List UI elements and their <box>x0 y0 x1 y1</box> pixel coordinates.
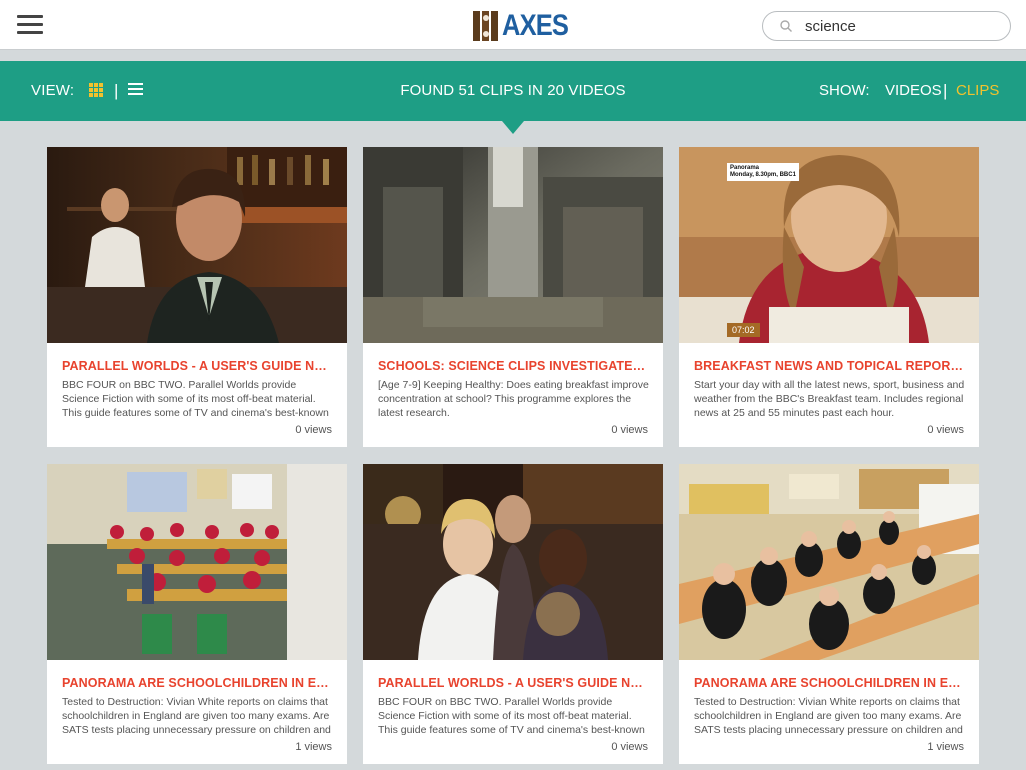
search-box[interactable] <box>762 11 1011 41</box>
clip-card[interactable]: Panorama Monday, 8.30pm, BBC1 07:02 BREA… <box>679 147 979 447</box>
clip-views: 0 views <box>611 741 648 753</box>
axes-logo[interactable]: AXES <box>473 10 580 42</box>
clip-views: 1 views <box>927 741 964 753</box>
clip-views: 0 views <box>611 424 648 436</box>
clip-views: 0 views <box>295 424 332 436</box>
clip-thumbnail[interactable] <box>47 464 347 660</box>
clip-thumbnail[interactable] <box>47 147 347 343</box>
clip-title[interactable]: PANORAMA ARE SCHOOLCHILDREN IN ENGLAND G… <box>694 676 966 690</box>
top-header: AXES <box>0 0 1026 50</box>
clip-description: BBC FOUR on BBC TWO. Parallel Worlds pro… <box>378 696 645 736</box>
clip-description: Tested to Destruction: Vivian White repo… <box>62 696 331 736</box>
clip-views: 0 views <box>927 424 964 436</box>
results-count: FOUND 51 CLIPS IN 20 VIDEOS <box>400 82 626 99</box>
clip-title[interactable]: SCHOOLS: SCIENCE CLIPS INVESTIGATES DOES… <box>378 359 650 373</box>
results-toolbar: VIEW: | FOUND 51 CLIPS IN 20 VIDEOS SHOW… <box>0 61 1026 121</box>
clip-views: 1 views <box>295 741 332 753</box>
clip-title[interactable]: PARALLEL WORLDS - A USER'S GUIDE NARRATE… <box>378 676 650 690</box>
clip-title[interactable]: PARALLEL WORLDS - A USER'S GUIDE NARRATE… <box>62 359 334 373</box>
show-separator: | <box>943 81 948 100</box>
clip-thumbnail[interactable] <box>363 464 663 660</box>
clip-card[interactable]: PARALLEL WORLDS - A USER'S GUIDE NARRATE… <box>363 464 663 764</box>
clip-card[interactable]: PARALLEL WORLDS - A USER'S GUIDE NARRATE… <box>47 147 347 447</box>
clip-description: Tested to Destruction: Vivian White repo… <box>694 696 963 736</box>
show-clips-link[interactable]: CLIPS <box>956 82 999 99</box>
clip-description: [Age 7-9] Keeping Healthy: Does eating b… <box>378 379 649 419</box>
clip-title[interactable]: BREAKFAST NEWS AND TOPICAL REPORTS. <box>694 359 966 373</box>
clip-thumbnail[interactable] <box>363 147 663 343</box>
logo-text: AXES <box>502 9 569 42</box>
clip-card[interactable]: SCHOOLS: SCIENCE CLIPS INVESTIGATES DOES… <box>363 147 663 447</box>
clip-description: Start your day with all the latest news,… <box>694 379 965 419</box>
search-icon <box>780 20 792 32</box>
broadcast-overlay: Panorama Monday, 8.30pm, BBC1 <box>727 163 799 181</box>
clip-thumbnail[interactable]: Panorama Monday, 8.30pm, BBC1 07:02 <box>679 147 979 343</box>
clip-description: BBC FOUR on BBC TWO. Parallel Worlds pro… <box>62 379 329 419</box>
clip-thumbnail[interactable] <box>679 464 979 660</box>
clip-card[interactable]: PANORAMA ARE SCHOOLCHILDREN IN ENGLAND G… <box>679 464 979 764</box>
toolbar-pointer <box>502 121 524 134</box>
show-videos-link[interactable]: VIDEOS <box>885 82 942 99</box>
clip-card[interactable]: PANORAMA ARE SCHOOLCHILDREN IN ENGLAND G… <box>47 464 347 764</box>
axes-logo-mark <box>473 11 499 41</box>
clip-title[interactable]: PANORAMA ARE SCHOOLCHILDREN IN ENGLAND G… <box>62 676 334 690</box>
search-input[interactable] <box>805 16 995 36</box>
show-label: SHOW: <box>819 82 870 99</box>
clip-duration: 07:02 <box>727 323 760 337</box>
menu-icon[interactable] <box>17 15 43 37</box>
